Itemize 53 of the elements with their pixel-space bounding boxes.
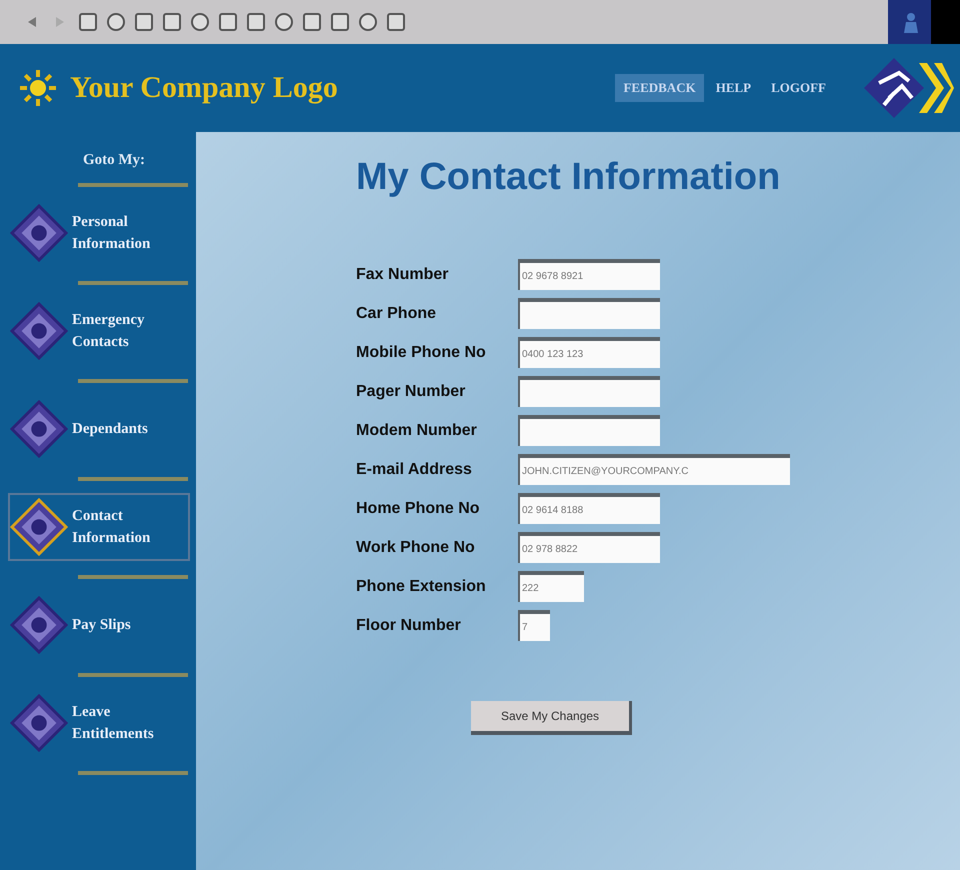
person-icon: [902, 11, 920, 33]
toolbar-button-icon[interactable]: [330, 12, 350, 32]
sidebar-item[interactable]: Personal Information: [8, 199, 190, 267]
toolbar-button-icon[interactable]: [78, 12, 98, 32]
toolbar-button-icon[interactable]: [162, 12, 182, 32]
toolbar-button-icon[interactable]: [218, 12, 238, 32]
company-logo-text: Your Company Logo: [70, 71, 338, 105]
field-label: Work Phone No: [356, 538, 475, 556]
input-field[interactable]: 02 9678 8921: [518, 259, 660, 290]
field-label: Modem Number: [356, 422, 477, 440]
save-button[interactable]: Save My Changes: [471, 701, 632, 735]
field-label: Home Phone No: [356, 500, 480, 518]
diamond-icon: [10, 400, 68, 458]
diamond-icon: [10, 302, 68, 360]
input-field[interactable]: 0400 123 123: [518, 337, 660, 368]
sun-icon: [18, 68, 58, 108]
input-field[interactable]: [518, 415, 660, 446]
toolbar-button-icon[interactable]: [302, 12, 322, 32]
input-field[interactable]: JOHN.CITIZEN@YOURCOMPANY.C: [518, 454, 790, 485]
field-label: Floor Number: [356, 616, 461, 634]
sidebar-item[interactable]: Leave Entitlements: [8, 689, 190, 757]
page-title: My Contact Information: [356, 156, 782, 199]
sidebar-item[interactable]: Emergency Contacts: [8, 297, 190, 365]
nav-link[interactable]: HELP: [708, 74, 760, 102]
sidebar-item[interactable]: Pay Slips: [8, 591, 190, 659]
toolbar-button-icon[interactable]: [134, 12, 154, 32]
toolbar-button-icon[interactable]: [246, 12, 266, 32]
toolbar-button-icon[interactable]: [274, 12, 294, 32]
field-label: E-mail Address: [356, 460, 472, 478]
diamond-icon: [10, 694, 68, 752]
field-label: Mobile Phone No: [356, 344, 486, 362]
nav-link[interactable]: LOGOFF: [763, 74, 834, 102]
input-field[interactable]: 02 9614 8188: [518, 493, 660, 524]
sidebar-item[interactable]: Contact Information: [8, 493, 190, 561]
diamond-icon: [10, 498, 68, 556]
input-field[interactable]: 222: [518, 571, 584, 602]
toolbar-button-icon[interactable]: [386, 12, 406, 32]
nav-link[interactable]: FEEDBACK: [615, 74, 704, 102]
toolbar-button-icon[interactable]: [358, 12, 378, 32]
input-field[interactable]: 02 978 8822: [518, 532, 660, 563]
toolbar-button-icon[interactable]: [190, 12, 210, 32]
field-label: Pager Number: [356, 382, 466, 400]
diamond-icon: [10, 204, 68, 262]
field-label: Phone Extension: [356, 578, 486, 596]
sidebar-heading: Goto My:: [82, 152, 146, 169]
field-label: Car Phone: [356, 304, 436, 322]
input-field[interactable]: [518, 298, 660, 329]
field-label: Fax Number: [356, 266, 448, 284]
input-field[interactable]: [518, 376, 660, 407]
diamond-icon: [10, 596, 68, 654]
sidebar-item[interactable]: Dependants: [8, 395, 190, 463]
toolbar-button-icon[interactable]: [106, 12, 126, 32]
input-field[interactable]: 7: [518, 610, 550, 641]
